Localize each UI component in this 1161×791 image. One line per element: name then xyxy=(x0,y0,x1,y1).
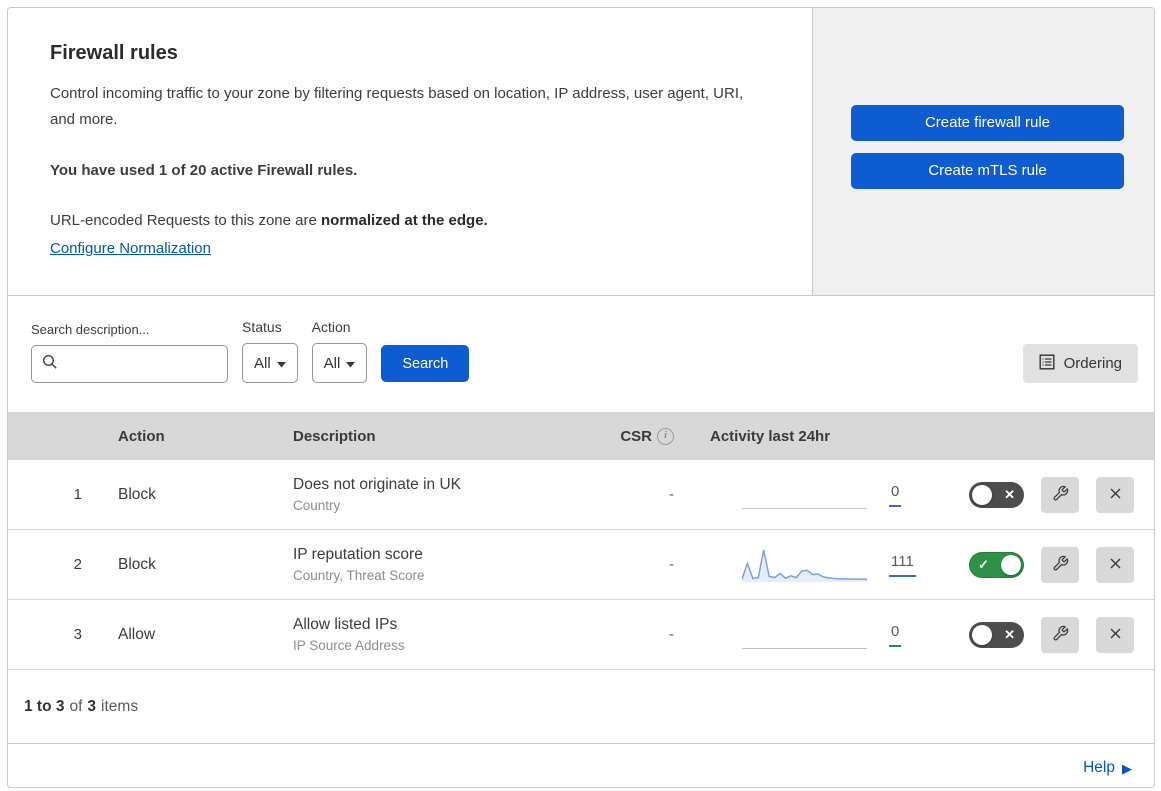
search-box[interactable] xyxy=(31,345,228,383)
ordering-button[interactable]: Ordering xyxy=(1022,344,1138,383)
toggle-off-icon: ✕ xyxy=(1004,626,1015,642)
firewall-rules-panel: Firewall rules Control incoming traffic … xyxy=(7,7,1155,788)
search-field: Search description... xyxy=(31,322,228,383)
wrench-icon xyxy=(1052,625,1069,645)
wrench-icon xyxy=(1052,555,1069,575)
filter-bar: Search description... Status All Action … xyxy=(8,296,1154,412)
intro-card: Firewall rules Control incoming traffic … xyxy=(8,8,812,295)
filter-controls: Search description... Status All Action … xyxy=(31,319,470,383)
rule-csr-value: - xyxy=(669,626,674,643)
rule-action: Allow xyxy=(118,625,156,643)
normalization-bold: normalized at the edge. xyxy=(321,211,488,229)
pagination-summary: 1 to 3 of 3 items xyxy=(8,670,1154,743)
rule-description[interactable]: IP reputation score xyxy=(293,546,608,564)
close-icon xyxy=(1106,554,1125,576)
toggle-knob xyxy=(1001,554,1021,575)
delete-rule-button[interactable] xyxy=(1096,476,1134,513)
create-firewall-rule-button[interactable]: Create firewall rule xyxy=(851,104,1124,141)
info-icon[interactable]: i xyxy=(657,427,674,445)
status-select[interactable]: All xyxy=(242,343,298,383)
column-header-activity: Activity last 24hr xyxy=(710,427,831,445)
help-bar: Help ▶ xyxy=(8,743,1154,787)
ordering-list-icon xyxy=(1039,354,1055,374)
items-total: 3 xyxy=(87,697,97,715)
rule-fields: Country xyxy=(293,498,341,513)
rule-fields: IP Source Address xyxy=(293,638,405,653)
intro-description: Control incoming traffic to your zone by… xyxy=(50,85,744,128)
rule-action: Block xyxy=(118,485,156,503)
table-header: Action Description CSR i Activity last 2… xyxy=(8,412,1154,460)
create-mtls-rule-button[interactable]: Create mTLS rule xyxy=(851,152,1124,189)
action-select[interactable]: All xyxy=(311,343,368,383)
items-word: items xyxy=(101,697,139,715)
action-select-value: All xyxy=(323,354,341,372)
search-icon xyxy=(42,354,58,375)
activity-sparkline-empty xyxy=(742,476,867,514)
status-select-value: All xyxy=(254,354,271,372)
table-row: 1 Block Does not originate in UK Country… xyxy=(8,460,1154,530)
normalization-text: URL-encoded Requests to this zone are xyxy=(50,211,321,229)
status-field: Status All xyxy=(242,319,298,383)
page-title: Firewall rules xyxy=(50,42,178,64)
activity-count-link[interactable]: 0 xyxy=(889,483,902,507)
close-icon xyxy=(1106,624,1125,646)
rule-enabled-toggle[interactable]: ✕ xyxy=(969,621,1024,648)
actions-panel: Create firewall rule Create mTLS rule xyxy=(812,8,1154,295)
top-section: Firewall rules Control incoming traffic … xyxy=(8,8,1154,296)
activity-count-link[interactable]: 0 xyxy=(889,623,902,647)
items-range: 1 to 3 xyxy=(24,697,65,715)
edit-rule-button[interactable] xyxy=(1041,546,1079,583)
normalization-line: URL-encoded Requests to this zone are no… xyxy=(50,208,760,234)
chevron-down-icon xyxy=(346,355,356,372)
rule-priority: 1 xyxy=(73,486,82,503)
firewall-rules-page: { "colors": { "primary_blue": "#0d5cd1",… xyxy=(0,0,1161,791)
edit-rule-button[interactable] xyxy=(1041,616,1079,653)
items-of: of xyxy=(69,697,83,715)
rule-csr-value: - xyxy=(669,556,674,573)
help-link-label: Help xyxy=(1083,759,1115,776)
search-button[interactable]: Search xyxy=(381,345,470,382)
toggle-on-icon: ✓ xyxy=(978,556,989,572)
toggle-knob xyxy=(972,624,992,645)
delete-rule-button[interactable] xyxy=(1096,546,1134,583)
rule-description[interactable]: Does not originate in UK xyxy=(293,476,608,494)
help-link[interactable]: Help ▶ xyxy=(1083,759,1132,777)
table-row: 3 Allow Allow listed IPs IP Source Addre… xyxy=(8,600,1154,670)
rule-enabled-toggle[interactable]: ✕ xyxy=(969,481,1024,508)
configure-normalization-link[interactable]: Configure Normalization xyxy=(50,240,211,257)
rule-enabled-toggle[interactable]: ✓ xyxy=(969,551,1024,578)
activity-count-link[interactable]: 111 xyxy=(889,553,916,577)
delete-rule-button[interactable] xyxy=(1096,616,1134,653)
rule-priority: 2 xyxy=(73,556,82,573)
column-header-csr: CSR xyxy=(620,427,652,445)
ordering-button-label: Ordering xyxy=(1063,355,1122,372)
action-label: Action xyxy=(311,319,351,335)
search-label: Search description... xyxy=(31,322,150,337)
close-icon xyxy=(1106,484,1125,506)
toggle-off-icon: ✕ xyxy=(1004,486,1015,502)
rule-csr-value: - xyxy=(669,486,674,503)
rule-description[interactable]: Allow listed IPs xyxy=(293,616,608,634)
arrow-right-icon: ▶ xyxy=(1122,760,1132,776)
toggle-knob xyxy=(972,484,992,505)
activity-sparkline-empty xyxy=(742,616,867,654)
usage-line: You have used 1 of 20 active Firewall ru… xyxy=(50,162,358,179)
table-row: 2 Block IP reputation score Country, Thr… xyxy=(8,530,1154,600)
search-input[interactable] xyxy=(64,355,217,373)
column-header-action: Action xyxy=(118,427,165,445)
edit-rule-button[interactable] xyxy=(1041,476,1079,513)
action-field: Action All xyxy=(311,319,368,383)
rule-priority: 3 xyxy=(73,626,82,643)
status-label: Status xyxy=(242,319,282,335)
wrench-icon xyxy=(1052,485,1069,505)
rule-fields: Country, Threat Score xyxy=(293,568,425,583)
activity-sparkline xyxy=(742,546,867,584)
chevron-down-icon xyxy=(276,355,286,372)
column-header-description: Description xyxy=(293,427,376,445)
rule-action: Block xyxy=(118,555,156,573)
